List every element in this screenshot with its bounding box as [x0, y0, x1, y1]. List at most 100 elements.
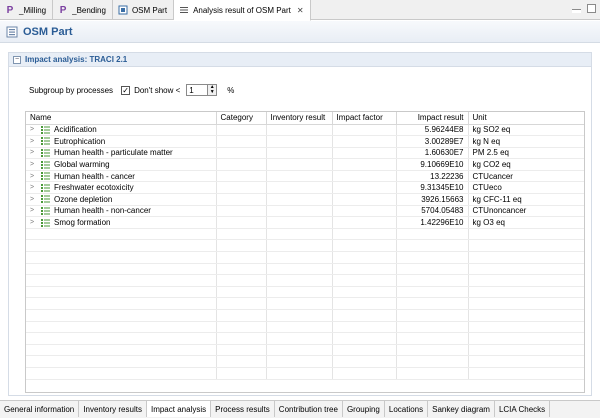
threshold-spinner[interactable]: ▲ ▼ — [186, 84, 218, 96]
tab-sankey-diagram[interactable]: Sankey diagram — [428, 401, 495, 417]
maximize-icon[interactable] — [587, 4, 596, 13]
empty-cell — [396, 355, 469, 368]
tab-process-results[interactable]: Process results — [211, 401, 275, 417]
section-header[interactable]: − Impact analysis: TRACI 2.1 — [9, 53, 591, 67]
threshold-input[interactable] — [186, 84, 209, 96]
empty-cell — [332, 309, 397, 322]
close-icon[interactable]: ✕ — [297, 6, 304, 15]
tab-label: Analysis result of OSM Part — [193, 5, 291, 15]
expand-chevron-icon[interactable]: > — [30, 196, 38, 203]
tab-analysis-result[interactable]: Analysis result of OSM Part ✕ — [174, 0, 311, 21]
expand-chevron-icon[interactable]: > — [30, 149, 38, 156]
column-header-name[interactable]: Name — [26, 112, 217, 125]
category-cell — [216, 181, 267, 195]
tab-general-information[interactable]: General information — [0, 401, 80, 417]
empty-cell — [468, 355, 584, 368]
column-header-unit[interactable]: Unit — [468, 112, 584, 125]
empty-cell — [468, 344, 584, 357]
impact-factor-cell — [332, 124, 397, 137]
impact-factor-cell — [332, 216, 397, 229]
expand-chevron-icon[interactable]: > — [30, 219, 38, 226]
category-cell — [216, 124, 267, 137]
tab-impact-analysis[interactable]: Impact analysis — [146, 401, 212, 417]
empty-cell — [216, 228, 267, 241]
unit-cell: kg N eq — [468, 135, 584, 148]
spin-down-icon[interactable]: ▼ — [208, 90, 217, 95]
empty-cell — [216, 286, 267, 299]
table-row[interactable]: > Smog formation 1.42296E10 kg O3 eq — [26, 216, 584, 229]
empty-cell — [396, 228, 469, 241]
minimize-icon[interactable] — [572, 9, 581, 13]
table-row[interactable]: > Acidification 5.96244E8 kg SO2 eq — [26, 124, 584, 137]
table-row[interactable]: > Human health - cancer 13.22236 CTUcancer — [26, 170, 584, 183]
model-icon — [118, 5, 128, 15]
empty-cell — [216, 367, 267, 380]
empty-cell — [332, 286, 397, 299]
tab-inventory-results[interactable]: Inventory results — [79, 401, 147, 417]
impact-category-icon — [41, 172, 50, 181]
empty-cell — [26, 332, 217, 345]
tab-milling[interactable]: P _Milling — [0, 0, 54, 20]
impact-factor-cell — [332, 181, 397, 195]
empty-cell — [266, 344, 333, 357]
column-header-impact-result[interactable]: Impact result — [396, 112, 469, 125]
expand-chevron-icon[interactable]: > — [30, 138, 38, 145]
name-cell: > Freshwater ecotoxicity — [26, 181, 217, 195]
expand-chevron-icon[interactable]: > — [30, 126, 38, 133]
empty-cell — [216, 344, 267, 357]
table-row[interactable]: > Freshwater ecotoxicity 9.31345E10 CTUeco — [26, 181, 584, 195]
table-row — [26, 297, 584, 310]
table-row[interactable]: > Human health - particulate matter 1.6063… — [26, 147, 584, 160]
table-row[interactable]: > Global warming 9.10669E10 kg CO2 eq — [26, 158, 584, 171]
impact-factor-cell — [332, 205, 397, 218]
category-cell — [216, 158, 267, 171]
tab-osm-part[interactable]: OSM Part — [113, 0, 175, 20]
percent-label: % — [227, 85, 235, 95]
name-cell: > Human health - non-cancer — [26, 205, 217, 218]
impact-result-cell: 9.10669E10 — [396, 158, 469, 171]
tab-locations[interactable]: Locations — [385, 401, 429, 417]
expand-chevron-icon[interactable]: > — [30, 173, 38, 180]
impact-result-cell: 13.22236 — [396, 170, 469, 183]
inventory-result-cell — [266, 193, 333, 206]
table-row[interactable]: > Ozone depletion 3926.15663 kg CFC-11 eq — [26, 193, 584, 206]
empty-cell — [266, 228, 333, 241]
impact-name: Human health - cancer — [54, 171, 135, 181]
category-cell — [216, 170, 267, 183]
impact-factor-cell — [332, 135, 397, 148]
table-row — [26, 344, 584, 357]
empty-cell — [216, 355, 267, 368]
tab-bending[interactable]: P _Bending — [53, 0, 113, 20]
empty-cell — [396, 274, 469, 287]
impact-category-icon — [41, 195, 50, 204]
empty-cell — [332, 344, 397, 357]
empty-cell — [396, 332, 469, 345]
empty-cell — [332, 321, 397, 334]
empty-cell — [26, 286, 217, 299]
column-header-impact-factor[interactable]: Impact factor — [332, 112, 397, 125]
name-cell: > Human health - cancer — [26, 170, 217, 183]
column-header-category[interactable]: Category — [216, 112, 267, 125]
column-header-inventory-result[interactable]: Inventory result — [266, 112, 333, 125]
empty-cell — [468, 367, 584, 380]
expand-chevron-icon[interactable]: > — [30, 161, 38, 168]
impact-factor-cell — [332, 170, 397, 183]
tab-label: OSM Part — [131, 5, 168, 15]
table-row[interactable]: > Eutrophication 3.00289E7 kg N eq — [26, 135, 584, 148]
table-row — [26, 251, 584, 264]
spinner-buttons[interactable]: ▲ ▼ — [208, 84, 218, 96]
table-row[interactable]: > Human health - non-cancer 5704.05483 CTUn… — [26, 205, 584, 218]
expand-chevron-icon[interactable]: > — [30, 184, 38, 191]
empty-cell — [396, 251, 469, 264]
impact-name: Ozone depletion — [54, 194, 113, 204]
tab-lcia-checks[interactable]: LCIA Checks — [495, 401, 551, 417]
inventory-result-cell — [266, 135, 333, 148]
tab-contribution-tree[interactable]: Contribution tree — [275, 401, 343, 417]
tab-grouping[interactable]: Grouping — [343, 401, 385, 417]
dont-show-checkbox[interactable]: ✓ — [121, 85, 131, 95]
empty-cell — [26, 355, 217, 368]
expand-chevron-icon[interactable]: > — [30, 207, 38, 214]
collapse-icon[interactable]: − — [13, 55, 21, 64]
table-row — [26, 239, 584, 253]
empty-cell — [332, 251, 397, 264]
